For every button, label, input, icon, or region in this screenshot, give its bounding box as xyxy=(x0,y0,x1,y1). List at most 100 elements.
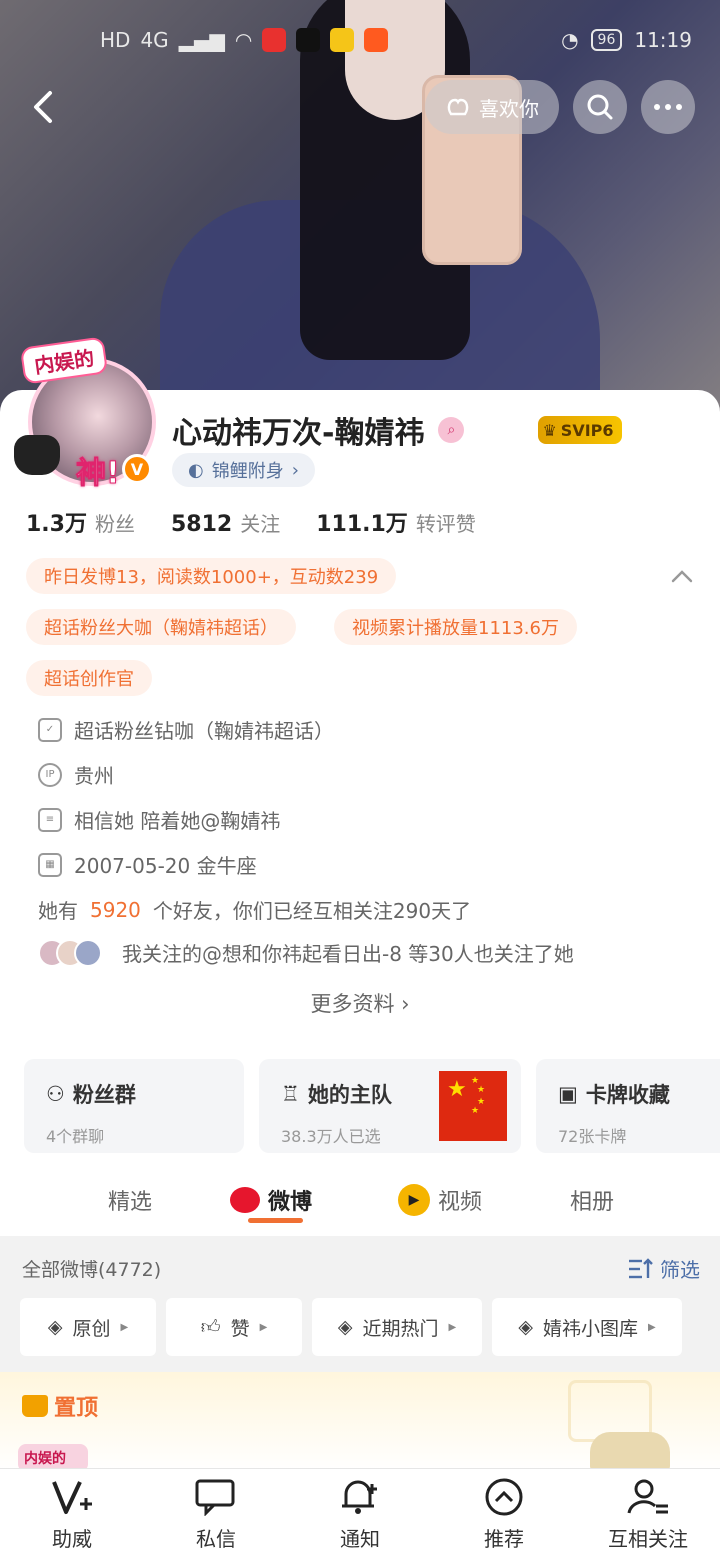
activity-pill[interactable]: 昨日发博13，阅读数1000+，互动数239 xyxy=(26,558,397,594)
fan-group-label: 粉丝群 xyxy=(72,1083,136,1107)
superfan-pill[interactable]: 超话粉丝大咖（鞠婧祎超话） xyxy=(26,609,296,645)
layers-icon: ◈ xyxy=(518,1316,533,1338)
info-mutual-followers[interactable]: 我关注的@想和你祎起看日出-8 等30人也关注了她 xyxy=(38,938,574,967)
network-indicator: 4G xyxy=(140,28,169,52)
koi-label: 锦鲤附身 xyxy=(211,461,284,482)
crown-icon: ♛ xyxy=(542,420,557,440)
verified-badge: V xyxy=(122,454,152,484)
chip-gallery[interactable]: ◈ 婧祎小图库 ▶ xyxy=(492,1298,682,1356)
mutual-avatars xyxy=(38,938,102,967)
signal-icon: ▂▄▆ xyxy=(178,28,225,52)
creator-pill[interactable]: 超话创作官 xyxy=(26,660,152,696)
feed-count-title: 全部微博(4772) xyxy=(22,1259,162,1281)
search-button[interactable] xyxy=(573,80,627,134)
bottom-action-bar: 助威 私信 通知 推荐 互相关注 xyxy=(0,1468,720,1560)
video-plays-pill[interactable]: 视频累计播放量1113.6万 xyxy=(334,609,577,645)
mutual-follow-button[interactable]: 互相关注 xyxy=(576,1469,720,1560)
document-icon: ≡ xyxy=(38,807,62,832)
like-you-button[interactable]: 喜欢你 xyxy=(425,80,559,134)
mutual-follow-label: 互相关注 xyxy=(608,1527,688,1551)
message-button[interactable]: 私信 xyxy=(144,1469,288,1560)
status-left: HD 4G ▂▄▆ ◠ xyxy=(100,28,389,52)
chip-recent-hot-label: 近期热门 xyxy=(362,1317,439,1340)
more-button[interactable] xyxy=(641,80,695,134)
like-you-label: 喜欢你 xyxy=(479,96,539,121)
info-ip-location: IP 贵州 xyxy=(38,760,114,789)
friends-suffix: 个好友，你们已经互相关注290天了 xyxy=(152,899,472,923)
fan-group-card[interactable]: ⚇ 粉丝群 4个群聊 xyxy=(24,1059,244,1153)
card-icon: ▣ xyxy=(558,1082,578,1106)
tab-featured[interactable]: 精选 xyxy=(108,1168,152,1232)
group-icon: ⚇ xyxy=(46,1082,65,1106)
card-collection-sub: 72张卡牌 xyxy=(558,1127,627,1146)
more-info-label: 更多资料 xyxy=(310,992,395,1016)
tab-album[interactable]: 相册 xyxy=(570,1168,614,1232)
calendar-icon: ▦ xyxy=(38,852,62,877)
huawei-app-icon xyxy=(262,28,287,52)
main-team-label: 她的主队 xyxy=(307,1083,392,1107)
wifi-icon: ◠ xyxy=(234,28,253,52)
chip-recent-hot[interactable]: ◈ 近期热门 ▶ xyxy=(312,1298,482,1356)
trophy-icon: ♖ xyxy=(281,1082,300,1106)
stat-label: 粉丝 xyxy=(94,512,135,536)
weibo-app-icon xyxy=(330,28,355,52)
camera-app-icon xyxy=(364,28,389,52)
hand-heart-icon xyxy=(447,98,469,116)
caret-right-icon: ▶ xyxy=(259,1321,268,1333)
recommend-button[interactable]: 推荐 xyxy=(432,1469,576,1560)
main-team-card[interactable]: ♖ 她的主队 38.3万人已选 ★ ★ ★ ★ ★ xyxy=(259,1059,521,1153)
mini-avatar xyxy=(74,938,102,967)
chevron-right-icon: › xyxy=(401,992,410,1016)
bell-plus-icon xyxy=(338,1477,382,1517)
tab-weibo-label: 微博 xyxy=(268,1190,313,1215)
layers-icon: ◈ xyxy=(337,1316,353,1338)
stat-interactions[interactable]: 111.1万 转评赞 xyxy=(316,506,476,538)
ip-icon: IP xyxy=(38,762,62,787)
crown-icon xyxy=(22,1395,48,1417)
search-icon xyxy=(587,94,613,120)
svip-badge[interactable]: ♛ SVIP6 xyxy=(538,416,622,444)
tab-video[interactable]: ▶ 视频 xyxy=(398,1168,482,1232)
stat-value: 1.3万 xyxy=(26,512,87,537)
recommend-label: 推荐 xyxy=(484,1527,524,1551)
card-collection-card[interactable]: ▣ 卡牌收藏 72张卡牌 xyxy=(536,1059,720,1153)
chevron-right-icon: › xyxy=(291,459,299,481)
hd-indicator: HD xyxy=(100,28,131,52)
notify-button[interactable]: 通知 xyxy=(288,1469,432,1560)
info-bio-text: 相信她 陪着她@鞠婧祎 xyxy=(74,809,281,833)
tab-video-label: 视频 xyxy=(438,1190,483,1215)
weibo-logo-icon xyxy=(230,1187,260,1213)
battery-indicator: 96 xyxy=(590,29,623,51)
stat-fans[interactable]: 1.3万 粉丝 xyxy=(26,506,135,538)
filter-icon xyxy=(629,1257,653,1278)
chip-liked[interactable]: 👍︎ 赞 ▶ xyxy=(166,1298,302,1356)
name-row: 心动祎万次-鞠婧祎 ⌕ ♛ SVIP6 xyxy=(172,408,622,452)
data-saver-icon: ◔ xyxy=(561,28,579,52)
info-superfan-text: 超话粉丝钻咖（鞠婧祎超话） xyxy=(74,719,334,743)
cheer-button[interactable]: 助威 xyxy=(0,1469,144,1560)
chip-original[interactable]: ◈ 原创 ▶ xyxy=(20,1298,156,1356)
cheer-label: 助威 xyxy=(52,1527,92,1551)
clock: 11:19 xyxy=(634,28,692,52)
notify-label: 通知 xyxy=(340,1527,380,1551)
avatar-container[interactable]: 内娱的 神! V xyxy=(14,330,164,492)
chip-gallery-label: 婧祎小图库 xyxy=(542,1317,638,1340)
mutual-followers-text: 我关注的@想和你祎起看日出-8 等30人也关注了她 xyxy=(122,942,574,966)
svip-label: SVIP6 xyxy=(560,420,614,440)
info-superfan[interactable]: ✓ 超话粉丝钻咖（鞠婧祎超话） xyxy=(38,715,334,744)
info-friends: 她有 5920 个好友，你们已经互相关注290天了 xyxy=(38,895,471,924)
chat-icon xyxy=(194,1477,238,1517)
filter-button[interactable]: 筛选 xyxy=(628,1254,700,1283)
stat-following[interactable]: 5812 关注 xyxy=(171,508,280,537)
chevron-up-icon[interactable] xyxy=(670,565,694,589)
info-birthday: ▦ 2007-05-20 金牛座 xyxy=(38,850,257,879)
caret-right-icon: ▶ xyxy=(647,1321,656,1333)
koi-badge[interactable]: ◐ 锦鲤附身 › xyxy=(172,453,315,487)
tab-featured-label: 精选 xyxy=(108,1190,153,1215)
stat-label: 转评赞 xyxy=(415,512,476,536)
friends-count: 5920 xyxy=(90,897,141,922)
thumbs-up-icon: 👍︎ xyxy=(200,1315,221,1338)
more-info-link[interactable]: 更多资料 › xyxy=(0,988,720,1018)
name-search-icon[interactable]: ⌕ xyxy=(438,417,465,443)
back-button[interactable] xyxy=(16,80,70,134)
